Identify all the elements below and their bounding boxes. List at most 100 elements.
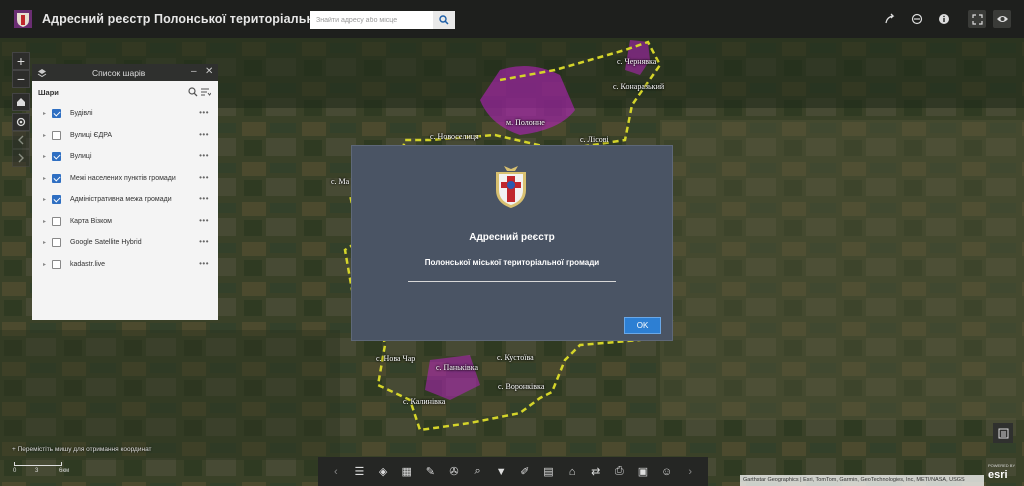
toolbar-prev-icon[interactable]: ‹: [329, 465, 343, 479]
home-icon[interactable]: ⌂: [565, 465, 579, 479]
layers-icon[interactable]: ◈: [376, 465, 390, 479]
layer-checkbox[interactable]: [52, 195, 61, 205]
layer-options-icon[interactable]: •••: [199, 259, 209, 268]
layer-row[interactable]: ▸ kadastr.live •••: [32, 254, 218, 276]
layer-row[interactable]: ▸ Вулиці •••: [32, 146, 218, 168]
search-icon[interactable]: [188, 87, 198, 97]
layer-row[interactable]: ▸ Вулиці ЄДРА •••: [32, 125, 218, 147]
edit-icon[interactable]: ✐: [518, 465, 532, 479]
close-icon[interactable]: ✕: [205, 66, 213, 77]
splash-dialog: Адресний реєстр Полонської міської терит…: [351, 145, 673, 341]
minimize-icon[interactable]: –: [191, 66, 197, 77]
map-label: с. Калинівка: [403, 397, 446, 406]
share-button[interactable]: [881, 10, 899, 28]
layer-options-icon[interactable]: •••: [199, 216, 209, 225]
info-icon: [939, 14, 949, 24]
eye-button[interactable]: [993, 10, 1011, 28]
layer-options-icon[interactable]: •••: [199, 130, 209, 139]
info-button[interactable]: [935, 10, 953, 28]
fullscreen-button[interactable]: [968, 10, 986, 28]
legend-button[interactable]: [993, 423, 1013, 443]
expand-arrow-icon[interactable]: ▸: [43, 239, 46, 246]
search-input[interactable]: [310, 11, 433, 29]
swipe-icon[interactable]: ⇄: [589, 465, 603, 479]
expand-arrow-icon[interactable]: ▸: [43, 132, 46, 139]
dialog-subtitle: Полонської міської територіальної громад…: [424, 258, 600, 267]
map-label: с. Нова Чар: [376, 354, 416, 363]
list-icon[interactable]: ☰: [352, 465, 366, 479]
layer-row[interactable]: ▸ Адміністративна межа громади •••: [32, 189, 218, 211]
dialog-title: Адресний реєстр: [469, 232, 555, 243]
bottom-toolbar: ‹ ☰ ◈ ▦ ✎ ✇ ⌕ ▼ ✐ ▤ ⌂ ⇄ ⎙ ▣ ☺ ›: [318, 457, 708, 486]
address-search: [310, 11, 455, 29]
print-icon[interactable]: ⎙: [612, 465, 626, 479]
layer-row[interactable]: ▸ Карта Візком •••: [32, 211, 218, 233]
layer-checkbox[interactable]: [52, 173, 61, 183]
layer-options-icon[interactable]: •••: [199, 151, 209, 160]
filter-icon[interactable]: ▼: [494, 465, 508, 479]
map-label: с. Воронківка: [498, 382, 545, 391]
search-icon: [439, 15, 449, 25]
layer-label: Вулиці ЄДРА: [70, 131, 113, 139]
fullscreen-icon: [971, 13, 983, 25]
coat-of-arms-logo: [496, 166, 526, 208]
zoom-in-button[interactable]: +: [12, 52, 30, 70]
layer-checkbox[interactable]: [52, 216, 61, 226]
next-extent-button[interactable]: [12, 149, 30, 167]
arrow-right-icon: [18, 153, 24, 163]
search-button[interactable]: [433, 11, 455, 29]
smile-icon[interactable]: ☺: [660, 465, 674, 479]
expand-arrow-icon[interactable]: ▸: [43, 153, 46, 160]
expand-arrow-icon[interactable]: ▸: [43, 196, 46, 203]
map-label: с. Чернявка: [617, 57, 657, 66]
app-logo: [14, 10, 32, 28]
filter-list-icon[interactable]: [200, 87, 211, 97]
esri-logo: esri: [988, 469, 1008, 481]
expand-arrow-icon[interactable]: ▸: [43, 175, 46, 182]
layer-view-icon: [911, 13, 923, 25]
layer-label: Межі населених пунктів громади: [70, 174, 176, 182]
map-label: м. Полонне: [506, 118, 545, 127]
previous-extent-button[interactable]: [12, 131, 30, 149]
layer-checkbox[interactable]: [52, 238, 61, 248]
eye-icon: [996, 16, 1008, 22]
layers-section-header: Шари: [32, 81, 218, 103]
layer-options-icon[interactable]: •••: [199, 237, 209, 246]
zoom-out-button[interactable]: −: [12, 70, 30, 88]
layer-list-panel: Список шарів – ✕ Шари ▸ Будівлі ••• ▸ Вулиц…: [32, 64, 218, 320]
query-icon[interactable]: ⌕: [471, 465, 485, 479]
layer-options-icon[interactable]: •••: [199, 173, 209, 182]
expand-arrow-icon[interactable]: ▸: [43, 261, 46, 268]
layer-checkbox[interactable]: [52, 259, 61, 269]
expand-arrow-icon[interactable]: ▸: [43, 218, 46, 225]
map-label: с. Паньківка: [436, 363, 479, 372]
map-attribution: Garthstar Geographics | Esri, TomTom, Ga…: [740, 475, 984, 486]
layer-row[interactable]: ▸ Межі населених пунктів громади •••: [32, 168, 218, 190]
panel-header: Список шарів – ✕: [32, 64, 218, 81]
bookmark-icon[interactable]: ▣: [636, 465, 650, 479]
expand-arrow-icon[interactable]: ▸: [43, 110, 46, 117]
locate-icon: [16, 117, 26, 127]
layer-checkbox[interactable]: [52, 109, 61, 119]
toolbar-next-icon[interactable]: ›: [683, 465, 697, 479]
home-icon: [17, 98, 25, 106]
coordinate-readout: + Перемістіть мишу для отримання координ…: [12, 446, 152, 453]
report-icon[interactable]: ▤: [541, 465, 555, 479]
coordinate-hint: Перемістіть мишу для отримання координат: [17, 446, 152, 453]
divider: [408, 281, 616, 282]
layer-row[interactable]: ▸ Google Satellite Hybrid •••: [32, 232, 218, 254]
layer-checkbox[interactable]: [52, 130, 61, 140]
section-title: Шари: [38, 87, 59, 97]
analysis-icon[interactable]: ✇: [447, 465, 461, 479]
layer-options-icon[interactable]: •••: [199, 194, 209, 203]
layer-view-button[interactable]: [908, 10, 926, 28]
draw-pencil-icon[interactable]: ✎: [423, 465, 437, 479]
basemap-grid-icon[interactable]: ▦: [400, 465, 414, 479]
layer-options-icon[interactable]: •••: [199, 108, 209, 117]
ok-button[interactable]: OK: [624, 317, 661, 334]
home-button[interactable]: [12, 93, 30, 111]
scale-label: 0: [13, 468, 17, 474]
locate-button[interactable]: [12, 113, 30, 131]
layer-checkbox[interactable]: [52, 152, 61, 162]
layer-row[interactable]: ▸ Будівлі •••: [32, 103, 218, 125]
